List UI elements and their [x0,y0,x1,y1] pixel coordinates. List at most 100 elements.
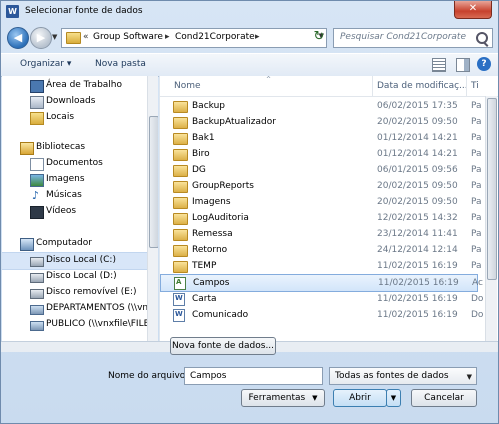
file-type: Pa [471,213,482,223]
breadcrumb-separator-icon[interactable]: ▸ [165,32,170,42]
search-placeholder: Pesquisar Cond21Corporate [340,32,466,42]
column-header-type[interactable]: Ti [471,81,479,91]
sidebar-item-downloads[interactable]: Downloads [2,94,147,110]
file-row[interactable]: Remessa 23/12/2014 11:41 Pa [160,226,482,242]
new-data-source-button[interactable]: Nova fonte de dados... [170,337,276,355]
sidebar-item-label: DEPARTAMENTOS (\\vn [46,303,147,313]
file-row[interactable]: BackupAtualizador 20/02/2015 09:50 Pa [160,114,482,130]
change-view-icon[interactable] [432,58,446,72]
breadcrumb-cond21corporate[interactable]: Cond21Corporate [175,32,255,42]
file-date: 01/12/2014 14:21 [377,133,458,143]
column-header-name[interactable]: Nome [174,81,201,91]
forward-button[interactable]: ▶ [30,27,52,49]
sidebar-item-label: Disco Local (C:) [46,255,116,265]
sidebar-scrollbar[interactable] [147,76,158,341]
tools-button[interactable]: Ferramentas ▼ [241,389,325,407]
sidebar-item-computer[interactable]: Computador [2,236,147,252]
sidebar-item-label: Músicas [46,190,82,200]
help-icon[interactable]: ? [477,57,491,71]
folder-icon [173,245,188,257]
scrollbar-thumb[interactable] [487,98,497,280]
search-icon[interactable] [476,32,488,44]
sidebar-item-local-disk-d[interactable]: Disco Local (D:) [2,269,147,285]
column-divider[interactable] [466,76,467,96]
removable-drive-icon [30,289,44,299]
breadcrumb-group-software[interactable]: Group Software [93,32,163,42]
file-row[interactable]: Biro 01/12/2014 14:21 Pa [160,146,482,162]
file-row[interactable]: GroupReports 20/02/2015 09:50 Pa [160,178,482,194]
folder-icon [66,32,81,44]
folder-icon [173,149,188,161]
downloads-icon [30,96,44,109]
file-row-selected[interactable]: Campos 11/02/2015 16:19 Ac [160,274,483,292]
file-date: 20/02/2015 09:50 [377,197,458,207]
file-date: 23/12/2014 11:41 [377,229,458,239]
file-name: Retorno [192,245,228,255]
file-date: 20/02/2015 09:50 [377,117,458,127]
column-header-date[interactable]: Data de modificaç... [377,81,468,91]
folder-icon [173,229,188,241]
file-type: Pa [471,229,482,239]
sidebar-item-removable-disk-e[interactable]: Disco removível (E:) [2,285,147,301]
filename-field[interactable]: Campos [184,367,323,385]
refresh-icon[interactable]: ↻ [310,28,328,46]
folder-icon [173,181,188,193]
address-bar[interactable]: « Group Software ▸ Cond21Corporate ▸ ▼ [61,28,327,48]
back-button[interactable]: ◀ [7,27,29,49]
cancel-button[interactable]: Cancelar [411,389,477,407]
column-header-row: Nome ^ Data de modificaç... Ti [160,76,498,97]
organize-menu[interactable]: Organizar ▾ [20,59,71,69]
column-divider[interactable] [372,76,373,96]
breadcrumb-overflow-icon[interactable]: « [83,32,89,42]
file-row[interactable]: DG 06/01/2015 09:56 Pa [160,162,482,178]
sidebar-item-publico[interactable]: PUBLICO (\\vnxfile\FILES [2,317,147,333]
file-date: 12/02/2015 14:32 [377,213,458,223]
navigation-bar: ◀ ▶ ▼ « Group Software ▸ Cond21Corporate… [1,25,498,51]
open-options-dropdown[interactable]: ▼ [386,389,401,407]
file-name: Campos [193,278,230,288]
sidebar-item-documents[interactable]: Documentos [2,156,147,172]
file-row[interactable]: Comunicado 11/02/2015 16:19 Do [160,307,483,323]
sidebar-item-desktop[interactable]: Área de Trabalho [2,78,147,94]
file-type: Pa [471,181,482,191]
file-row[interactable]: LogAuditoria 12/02/2015 14:32 Pa [160,210,482,226]
filename-value: Campos [190,371,227,381]
breadcrumb-separator-icon[interactable]: ▸ [255,32,260,42]
search-input[interactable]: Pesquisar Cond21Corporate [333,28,493,48]
sidebar-item-videos[interactable]: Vídeos [2,204,147,220]
sidebar-item-label: Vídeos [46,206,77,216]
file-row[interactable]: TEMP 11/02/2015 16:19 Pa [160,258,482,274]
new-folder-button[interactable]: Nova pasta [95,59,146,69]
open-button[interactable]: Abrir [333,389,387,407]
scrollbar-thumb[interactable] [149,116,158,248]
sidebar-item-label: Imagens [46,174,85,184]
chevron-down-icon: ▼ [312,394,318,402]
file-row[interactable]: Retorno 24/12/2014 12:14 Pa [160,242,482,258]
file-type: Pa [471,165,482,175]
file-row[interactable]: Bak1 01/12/2014 14:21 Pa [160,130,482,146]
file-type: Pa [471,117,482,127]
sidebar-item-departamentos[interactable]: DEPARTAMENTOS (\\vn [2,301,147,317]
file-name: GroupReports [192,181,254,191]
file-list-scrollbar[interactable] [485,96,497,341]
file-row[interactable]: Backup 06/02/2015 17:35 Pa [160,98,482,114]
file-name: LogAuditoria [192,213,249,223]
documents-icon [30,158,44,171]
places-icon [30,112,44,125]
file-row[interactable]: Imagens 20/02/2015 09:50 Pa [160,194,482,210]
sidebar-item-label: Disco Local (D:) [46,271,117,281]
file-name: BackupAtualizador [192,117,276,127]
sidebar-item-local-disk-c[interactable]: Disco Local (C:) [2,252,147,270]
network-drive-icon [30,305,44,315]
sidebar-item-places[interactable]: Locais [2,110,147,126]
filter-value: Todas as fontes de dados [335,371,449,381]
file-name: Imagens [192,197,231,207]
file-type-filter[interactable]: Todas as fontes de dados ▼ [329,367,477,385]
file-row[interactable]: Carta 11/02/2015 16:19 Do [160,291,483,307]
close-button[interactable]: ✕ [454,1,492,19]
recent-locations-icon[interactable]: ▼ [52,33,57,41]
preview-pane-icon[interactable] [456,58,470,72]
sidebar-item-music[interactable]: ♪ Músicas [2,188,147,204]
sidebar-item-libraries[interactable]: Bibliotecas [2,140,147,156]
sidebar-item-pictures[interactable]: Imagens [2,172,147,188]
